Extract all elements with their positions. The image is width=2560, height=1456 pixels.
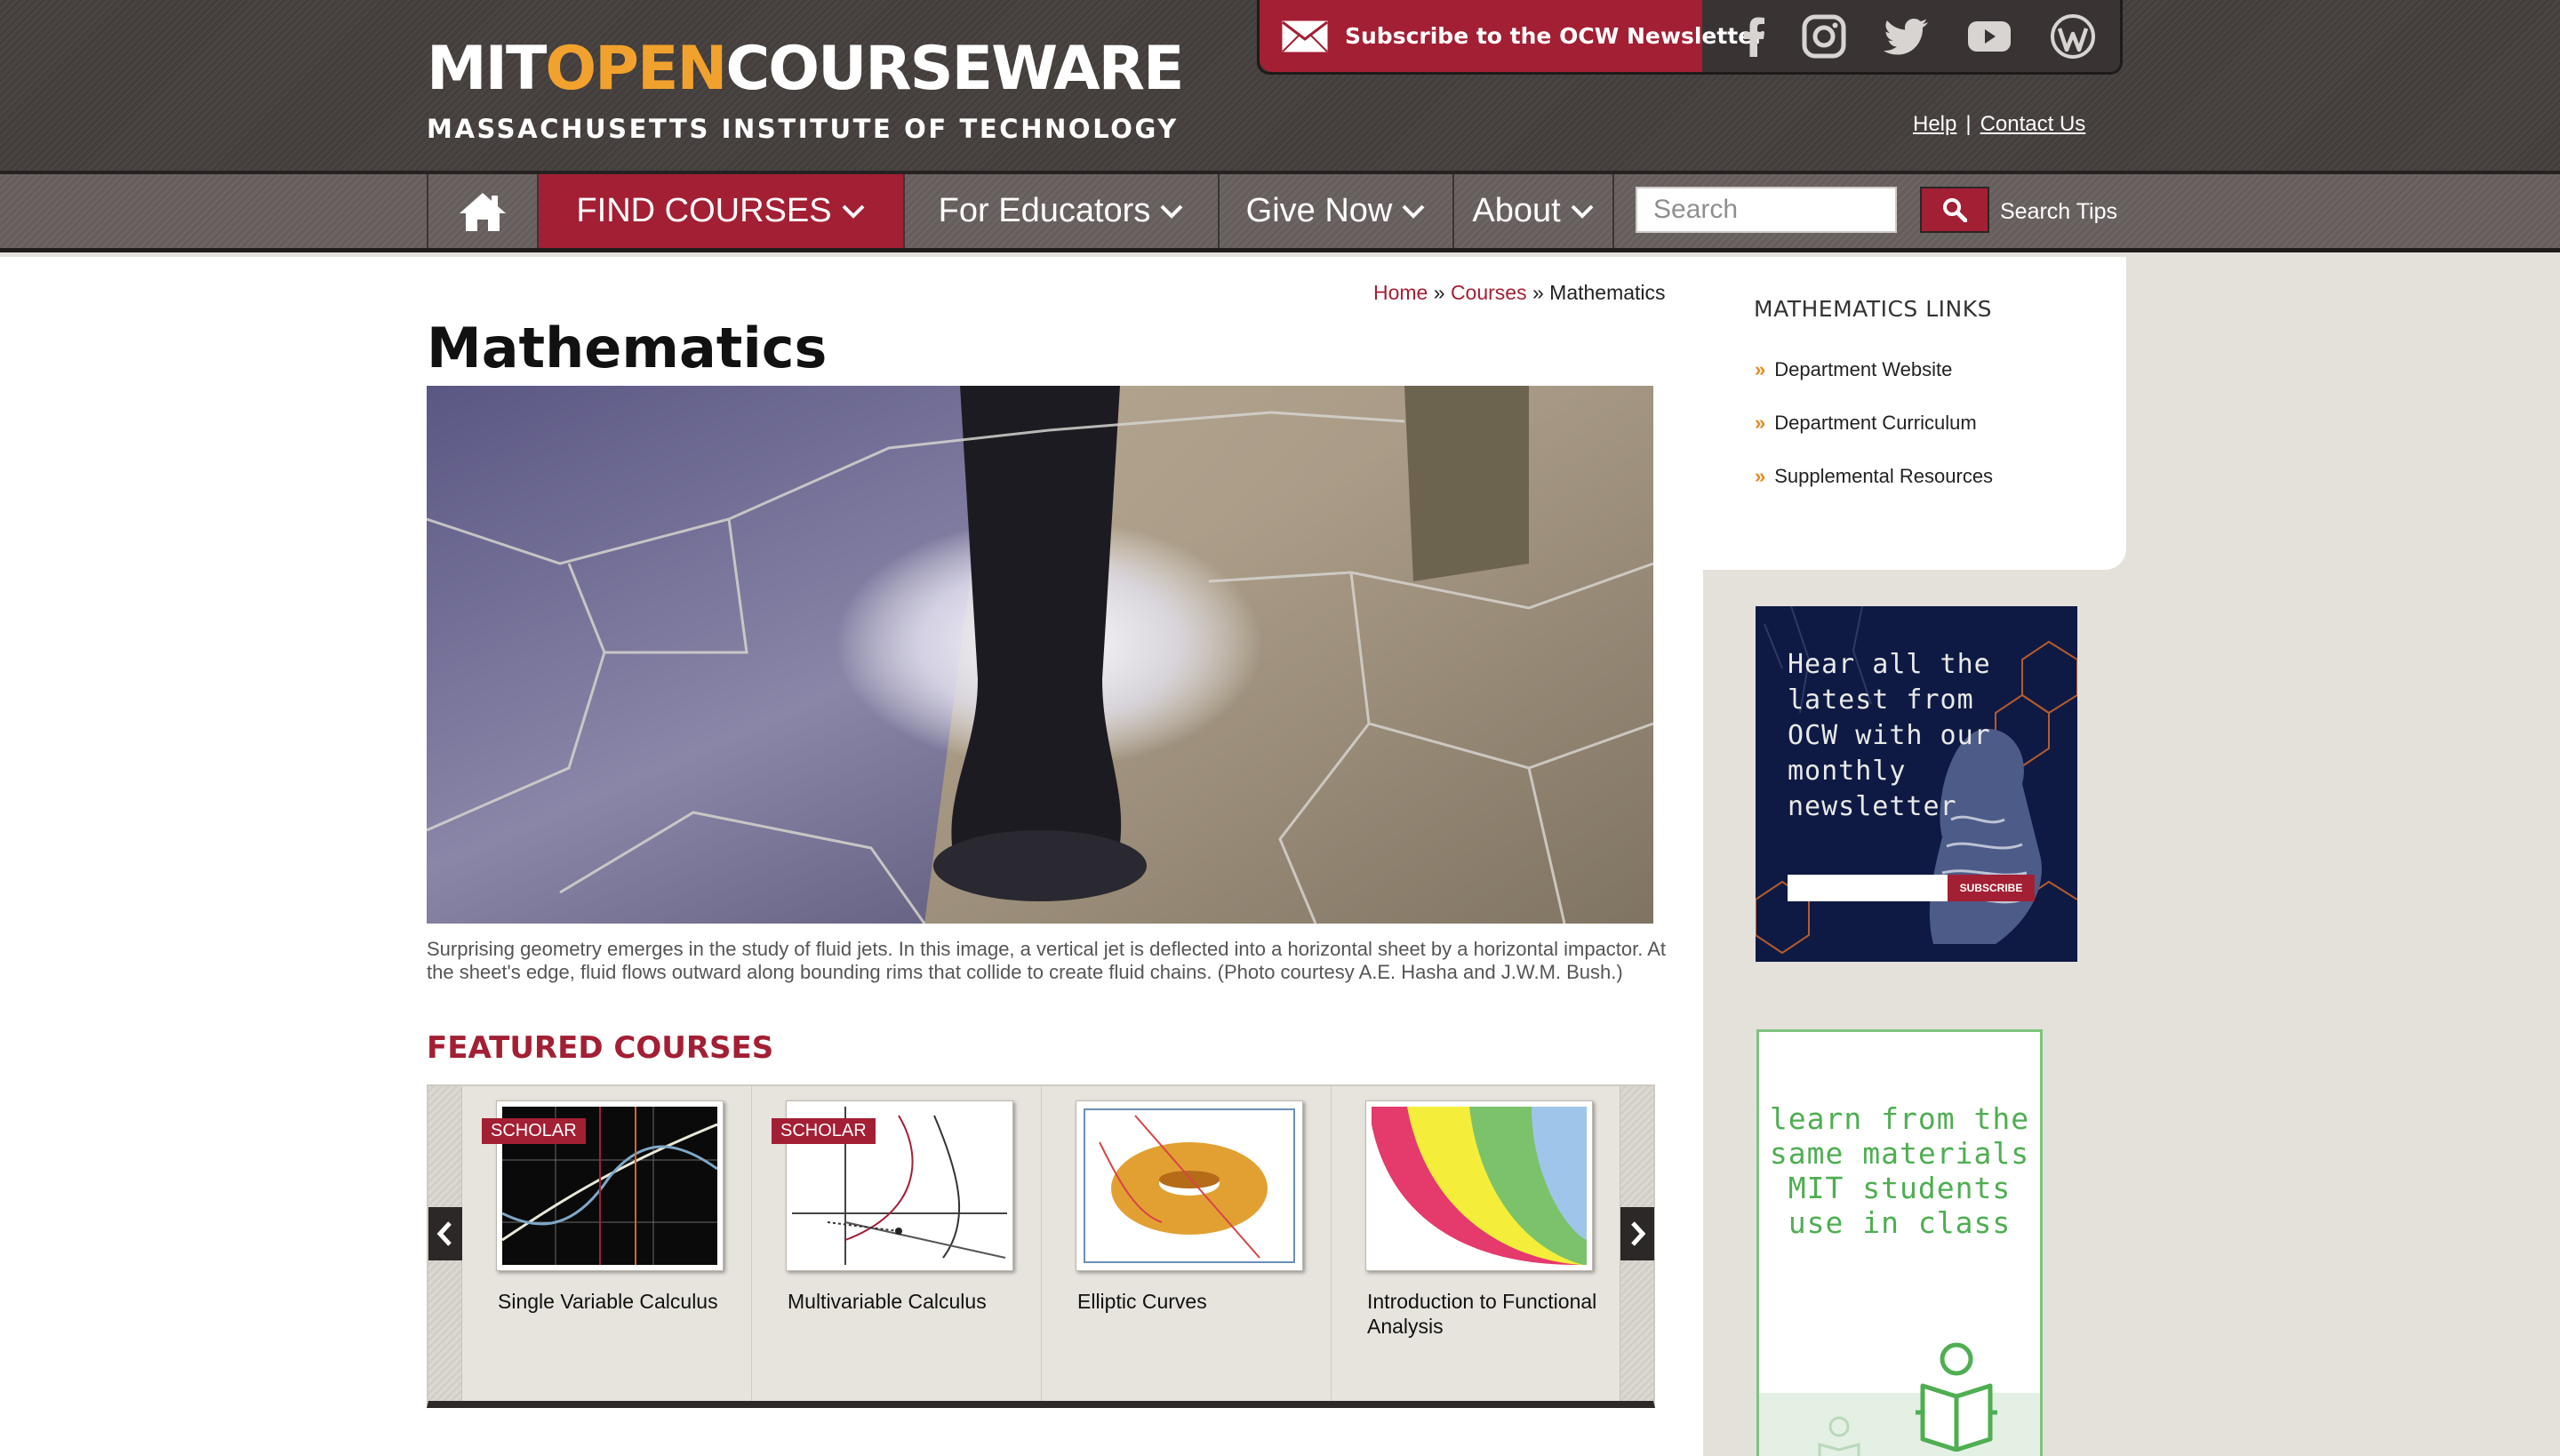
- nav-about[interactable]: About: [1452, 174, 1614, 248]
- newsletter-ad[interactable]: Hear all the latest from OCW with our mo…: [1756, 606, 2077, 962]
- contact-us-link[interactable]: Contact Us: [1980, 112, 2086, 136]
- links-heading: MATHEMATICS LINKS: [1754, 296, 1993, 322]
- breadcrumb-separator: »: [1433, 281, 1445, 304]
- page-title: Mathematics: [427, 316, 828, 380]
- search-icon: [1943, 198, 1967, 222]
- nav-find-courses-label: FIND COURSES: [576, 192, 832, 229]
- course-card[interactable]: Introduction to Functional Analysis: [1332, 1086, 1621, 1401]
- scholar-badge: SCHOLAR: [772, 1118, 876, 1144]
- breadcrumb-home[interactable]: Home: [1373, 281, 1428, 304]
- chevron-down-icon: [1160, 204, 1183, 219]
- course-card[interactable]: SCHOLAR Multivariable Calculus: [752, 1086, 1042, 1401]
- header-links: Help | Contact Us: [1913, 112, 2085, 137]
- nav-about-label: About: [1472, 192, 1561, 229]
- scholar-badge: SCHOLAR: [482, 1118, 586, 1144]
- hero-image: [427, 386, 1653, 924]
- student-icon: [1818, 1416, 1860, 1456]
- reading-student-icon: [1916, 1342, 1997, 1452]
- department-website-link[interactable]: » Department Website: [1755, 358, 1952, 381]
- help-link[interactable]: Help: [1913, 112, 1956, 136]
- chevron-down-icon: [1571, 204, 1594, 219]
- home-icon: [460, 192, 506, 231]
- main-nav: FIND COURSES For Educators Give Now Abou…: [0, 174, 2560, 252]
- search-tips-link[interactable]: Search Tips: [2000, 199, 2117, 225]
- newsletter-ad-email-field[interactable]: [1788, 875, 1948, 901]
- nav-give-now[interactable]: Give Now: [1218, 174, 1452, 248]
- supplemental-resources-link[interactable]: » Supplemental Resources: [1755, 465, 1993, 488]
- course-title[interactable]: Multivariable Calculus: [788, 1289, 1028, 1314]
- search-input[interactable]: [1636, 187, 1897, 233]
- nav-for-educators[interactable]: For Educators: [903, 174, 1218, 248]
- learn-ad-text: learn from the same materials MIT studen…: [1769, 1101, 2030, 1240]
- carousel-next-button[interactable]: [1620, 1207, 1654, 1260]
- newsletter-ad-subscribe-button[interactable]: SUBSCRIBE: [1948, 875, 2035, 901]
- breadcrumb-current: Mathematics: [1549, 281, 1666, 304]
- logo-wordmark: MITOPENCOURSEWARE: [427, 39, 1184, 100]
- featured-courses-carousel: SCHOLAR Single Variable Calculus SCHOLAR: [427, 1084, 1655, 1408]
- learn-ad[interactable]: learn from the same materials MIT studen…: [1756, 1029, 2043, 1456]
- instagram-icon[interactable]: [1800, 12, 1848, 60]
- logo-mit: MIT: [427, 34, 547, 104]
- nav-find-courses[interactable]: FIND COURSES: [537, 174, 903, 248]
- youtube-icon[interactable]: [1965, 12, 2013, 60]
- department-curriculum-link[interactable]: » Department Curriculum: [1755, 412, 1977, 435]
- social-bar: Subscribe to the OCW Newsletter: [1257, 0, 2123, 75]
- carousel-prev-button[interactable]: [428, 1207, 462, 1260]
- logo-open: OPEN: [545, 34, 727, 104]
- chevron-left-icon: [436, 1221, 452, 1246]
- chevron-right-icon: [1631, 1221, 1646, 1246]
- nav-for-educators-label: For Educators: [938, 192, 1151, 229]
- main-content: Home » Courses » Mathematics Mathematics: [0, 257, 1703, 1456]
- site-header: MITOPENCOURSEWARE MASSACHUSETTS INSTITUT…: [0, 0, 2560, 174]
- carousel-next-track: [1620, 1086, 1654, 1401]
- link-label: Department Website: [1774, 358, 1953, 380]
- nav-give-now-label: Give Now: [1245, 192, 1393, 229]
- mail-icon: [1281, 20, 1329, 53]
- wordpress-icon[interactable]: [2049, 12, 2097, 60]
- logo-courseware: COURSEWARE: [725, 34, 1184, 104]
- breadcrumb: Home » Courses » Mathematics: [1373, 281, 1666, 305]
- hero-caption: Surprising geometry emerges in the study…: [427, 938, 1667, 983]
- course-card[interactable]: Elliptic Curves: [1042, 1086, 1332, 1401]
- featured-courses-heading: FEATURED COURSES: [427, 1030, 774, 1066]
- newsletter-subscribe-button[interactable]: Subscribe to the OCW Newsletter: [1260, 0, 1764, 72]
- link-label: Department Curriculum: [1774, 412, 1977, 434]
- header-links-separator: |: [1965, 112, 1972, 136]
- course-title[interactable]: Single Variable Calculus: [498, 1289, 738, 1314]
- course-thumbnail[interactable]: [1076, 1100, 1303, 1271]
- carousel-prev-track: [428, 1086, 462, 1401]
- mathematics-links-box: MATHEMATICS LINKS » Department Website » D…: [1703, 257, 2126, 570]
- ocw-logo[interactable]: MITOPENCOURSEWARE MASSACHUSETTS INSTITUT…: [427, 39, 1184, 145]
- logo-subtitle: MASSACHUSETTS INSTITUTE OF TECHNOLOGY: [427, 114, 1179, 144]
- course-title[interactable]: Introduction to Functional Analysis: [1367, 1289, 1607, 1339]
- chevron-down-icon: [1402, 204, 1425, 219]
- twitter-icon[interactable]: [1884, 12, 1932, 60]
- course-card[interactable]: SCHOLAR Single Variable Calculus: [462, 1086, 752, 1401]
- breadcrumb-courses[interactable]: Courses: [1451, 281, 1527, 304]
- search-button[interactable]: [1920, 187, 1989, 233]
- raquo-bullet: »: [1755, 412, 1766, 434]
- link-label: Supplemental Resources: [1774, 465, 1994, 487]
- raquo-bullet: »: [1755, 358, 1766, 380]
- newsletter-ad-text: Hear all the latest from OCW with our mo…: [1788, 649, 1991, 822]
- subscribe-label: Subscribe to the OCW Newsletter: [1345, 23, 1764, 49]
- facebook-icon[interactable]: [1731, 12, 1779, 60]
- chevron-down-icon: [842, 204, 864, 219]
- raquo-bullet: »: [1755, 465, 1766, 487]
- breadcrumb-separator: »: [1532, 281, 1544, 304]
- nav-home[interactable]: [427, 174, 537, 248]
- course-title[interactable]: Elliptic Curves: [1077, 1289, 1317, 1314]
- course-thumbnail[interactable]: [1365, 1100, 1593, 1271]
